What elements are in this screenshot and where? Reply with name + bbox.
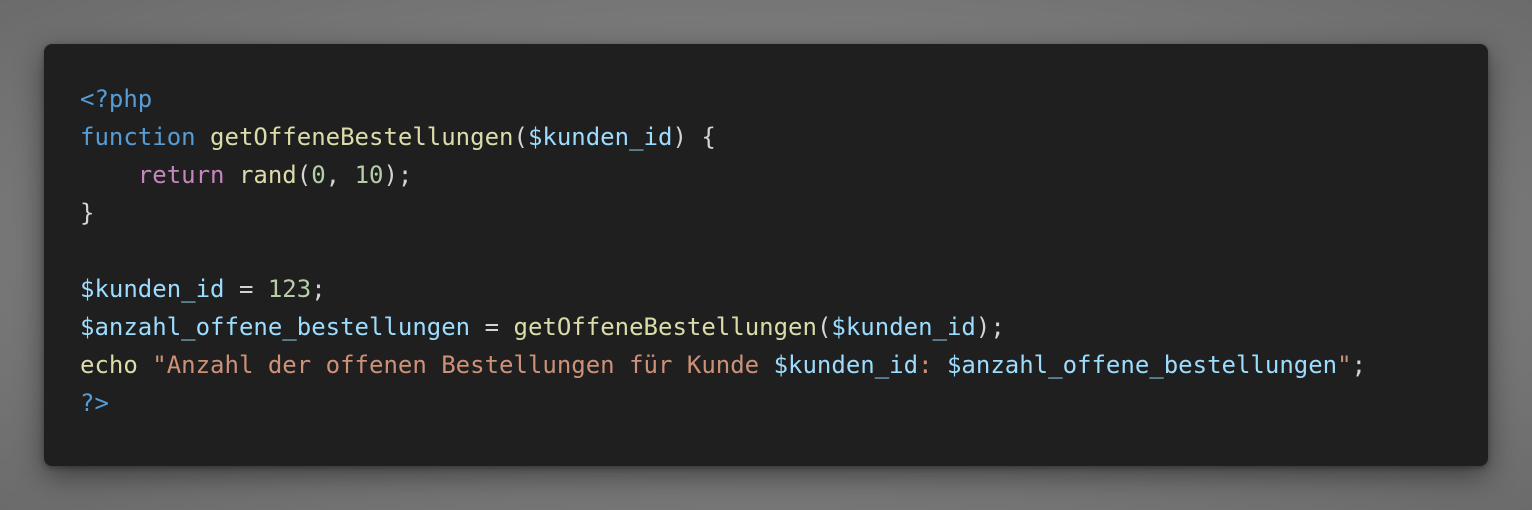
code-line: return rand(0, 10); <box>80 156 1366 194</box>
code-token: } <box>80 199 95 227</box>
code-block: <?php function getOffeneBestellungen($kun… <box>80 80 1366 422</box>
code-token: $kunden_id <box>831 313 976 341</box>
code-token: 123 <box>267 275 312 303</box>
code-line: echo "Anzahl der offenen Bestellungen fü… <box>80 346 1366 384</box>
code-line: $anzahl_offene_bestellungen = getOffeneB… <box>80 308 1366 346</box>
code-token: <?php <box>80 85 153 113</box>
code-token: $anzahl_offene_bestellungen <box>946 351 1338 379</box>
code-line: function getOffeneBestellungen($kunden_i… <box>80 118 1366 156</box>
code-token: ; <box>311 275 326 303</box>
code-token: ?> <box>80 389 109 417</box>
code-token: ); <box>383 161 413 189</box>
code-token: 10 <box>354 161 384 189</box>
code-token: ( <box>513 123 528 151</box>
code-token: ( <box>296 161 312 189</box>
code-token: $kunden_id <box>527 123 673 151</box>
code-line: $kunden_id = 123; <box>80 270 1366 308</box>
code-token: "Anzahl der offenen Bestellungen für Kun… <box>152 351 774 379</box>
code-token: function <box>80 123 196 151</box>
code-token: $kunden_id <box>773 351 919 379</box>
code-token: getOffeneBestellungen <box>513 313 817 341</box>
code-token: return <box>137 161 225 189</box>
code-token: ) { <box>672 123 716 151</box>
code-token: ; <box>1351 351 1367 379</box>
code-token: getOffeneBestellungen <box>210 123 514 151</box>
code-token: ); <box>975 313 1005 341</box>
code-token: ( <box>816 313 832 341</box>
code-token: rand <box>238 161 297 189</box>
code-token: , <box>325 161 355 189</box>
code-snippet-card: <?php function getOffeneBestellungen($kun… <box>44 44 1488 466</box>
code-token: 0 <box>311 161 326 189</box>
code-token: $kunden_id <box>80 275 225 303</box>
code-line: ?> <box>80 384 1366 422</box>
code-token: " <box>1337 351 1352 379</box>
code-token: $anzahl_offene_bestellungen <box>80 313 471 341</box>
code-token: = <box>224 275 268 303</box>
code-line: } <box>80 194 1366 232</box>
code-line: <?php <box>80 80 1366 118</box>
code-token: : <box>918 351 947 379</box>
code-token: = <box>470 313 514 341</box>
code-token: echo <box>80 351 138 379</box>
